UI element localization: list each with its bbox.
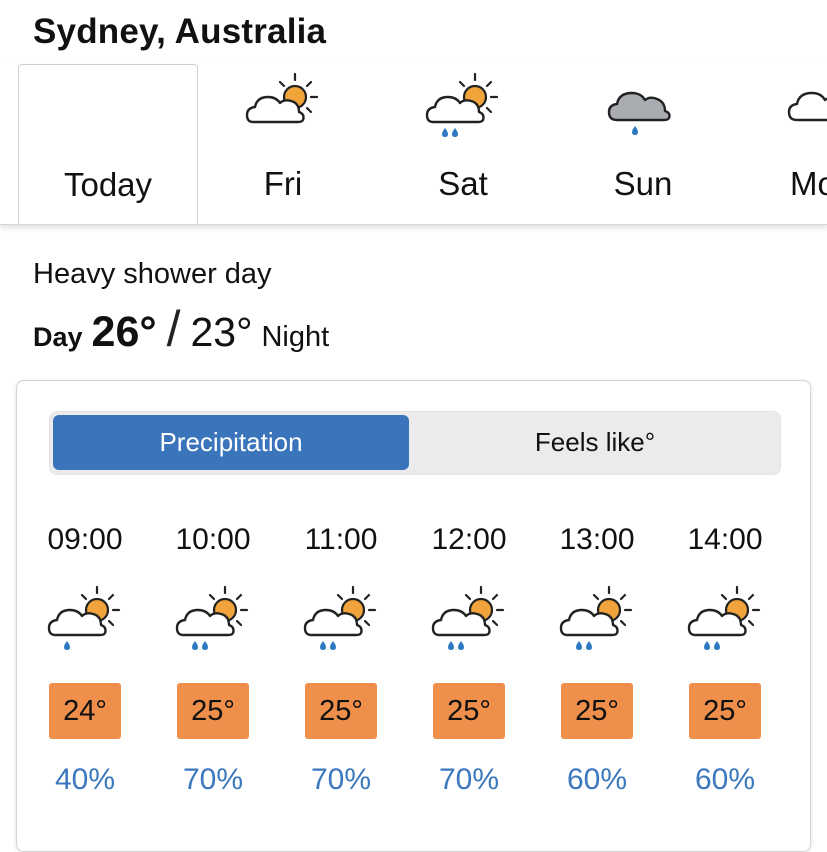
day-tabs: Today Fri Sat Sun Mo (0, 64, 827, 225)
sun-cloud-rain-icon (47, 585, 121, 650)
tab-sat[interactable]: Sat (374, 64, 552, 224)
temp-badge: 25° (305, 683, 377, 739)
night-temp: 23° (190, 309, 253, 355)
hour-item: 09:00 24° 40% (21, 521, 149, 851)
precip-chance: 60% (566, 763, 628, 796)
hour-item: 14:00 25° 60% (661, 521, 789, 851)
temp-badge: 25° (689, 683, 761, 739)
precip-chance: 40% (54, 763, 116, 796)
hour-item: 10:00 25° 70% (149, 521, 277, 851)
day-label: Sun (613, 165, 673, 202)
hour-time: 14:00 (687, 523, 763, 556)
day-label: Fri (263, 165, 303, 202)
temp-badge: 24° (49, 683, 121, 739)
cloud-icon (787, 91, 827, 122)
hourly-card: Precipitation Feels like° 09:00 24° 40% … (16, 380, 811, 852)
day-label: Day (33, 322, 83, 352)
day-label: Mo (790, 165, 827, 202)
tab-today[interactable]: Today (18, 64, 198, 225)
tab-mon[interactable]: Mo (734, 64, 827, 224)
weather-summary: Heavy shower day (33, 258, 272, 290)
feels-like-toggle[interactable]: Feels like° (412, 415, 778, 470)
sun-cloud-icon (245, 72, 319, 124)
day-label: Sat (438, 165, 488, 202)
tab-sun[interactable]: Sun (554, 64, 732, 224)
hour-time: 10:00 (175, 523, 251, 556)
precipitation-toggle[interactable]: Precipitation (53, 415, 409, 470)
hour-item: 12:00 25° 70% (405, 521, 533, 851)
temp-badge: 25° (177, 683, 249, 739)
hour-time: 13:00 (559, 523, 635, 556)
sun-cloud-rain-icon (687, 585, 761, 650)
hourly-list[interactable]: 09:00 24° 40% 10:00 25° 70% 11:00 25° 70… (17, 521, 810, 851)
hour-time: 12:00 (431, 523, 507, 556)
night-label: Night (261, 321, 330, 353)
tab-fri[interactable]: Fri (194, 64, 372, 224)
day-night-temps: Day 26° / 23° Night (33, 300, 329, 358)
sun-cloud-rain-icon (175, 585, 249, 650)
precip-chance: 60% (694, 763, 756, 796)
grey-cloud-rain-icon (607, 91, 671, 135)
temp-badge: 25° (433, 683, 505, 739)
hour-time: 11:00 (304, 523, 378, 556)
view-toggle: Precipitation Feels like° (49, 411, 781, 475)
hour-item: 13:00 25° 60% (533, 521, 661, 851)
precip-chance: 70% (182, 763, 244, 796)
sun-cloud-rain-icon (559, 585, 633, 650)
sun-cloud-rain-icon (303, 585, 377, 650)
precip-chance: 70% (310, 763, 372, 796)
hour-time: 09:00 (47, 523, 123, 556)
sun-cloud-rain-icon (425, 72, 499, 137)
temp-badge: 25° (561, 683, 633, 739)
temp-separator: / (166, 301, 181, 357)
day-temp: 26° (91, 308, 157, 356)
precip-chance: 70% (438, 763, 500, 796)
sun-cloud-rain-icon (431, 585, 505, 650)
hour-item: 11:00 25° 70% (277, 521, 405, 851)
day-label: Today (63, 166, 153, 203)
location-title: Sydney, Australia (33, 12, 327, 51)
